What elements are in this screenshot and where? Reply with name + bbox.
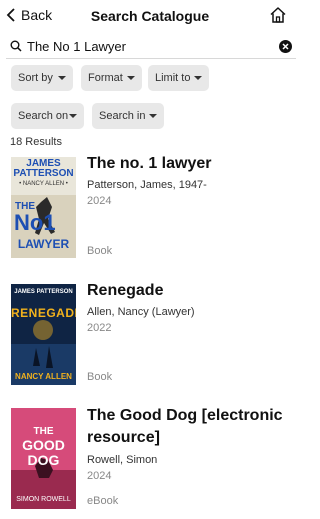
cover-author-line: SIMON ROWELL	[16, 496, 71, 503]
caret-down-icon	[58, 76, 66, 80]
cover-title-line: RENEGADE	[11, 306, 76, 320]
app-header: Back Search Catalogue	[0, 0, 300, 32]
result-author: Allen, Nancy (Lawyer)	[87, 306, 195, 318]
caret-down-icon	[149, 114, 157, 118]
sort-by-dropdown[interactable]: Sort by	[11, 65, 73, 91]
sort-by-label: Sort by	[18, 72, 53, 84]
limit-to-dropdown[interactable]: Limit to	[148, 65, 209, 91]
result-author: Rowell, Simon	[87, 454, 158, 466]
result-author: Patterson, James, 1947-	[87, 179, 207, 191]
search-in-label: Search in	[99, 110, 146, 122]
caret-down-icon	[69, 114, 77, 118]
result-year: 2022	[87, 322, 112, 334]
cover-title-line: No1	[14, 210, 56, 235]
format-dropdown[interactable]: Format	[81, 65, 142, 91]
search-icon	[10, 40, 22, 52]
cover-title-line: DOG	[27, 452, 60, 468]
limit-to-label: Limit to	[155, 72, 191, 84]
result-title[interactable]: The no. 1 lawyer	[87, 153, 292, 175]
book-cover: JAMES PATTERSON • NANCY ALLEN • THE No1 …	[11, 157, 76, 258]
search-on-dropdown[interactable]: Search on	[11, 103, 84, 129]
book-cover: THE GOOD DOG SIMON ROWELL	[11, 408, 76, 509]
result-year: 2024	[87, 195, 112, 207]
clear-search-icon[interactable]	[279, 40, 292, 53]
cover-title-line: LAWYER	[17, 237, 70, 251]
result-item[interactable]: THE GOOD DOG SIMON ROWELL The Good Dog […	[0, 407, 300, 517]
results-count: 18 Results	[10, 136, 62, 148]
cover-author-line: PATTERSON	[13, 168, 74, 179]
result-item[interactable]: JAMES PATTERSON RENEGADE NANCY ALLEN Ren…	[0, 282, 300, 392]
cover-art	[11, 284, 76, 385]
search-input[interactable]: The No 1 Lawyer	[27, 39, 126, 54]
caret-down-icon	[194, 76, 202, 80]
search-bar[interactable]: The No 1 Lawyer	[6, 35, 296, 59]
result-title[interactable]: Renegade	[87, 280, 292, 302]
search-in-dropdown[interactable]: Search in	[92, 103, 164, 129]
book-cover: JAMES PATTERSON RENEGADE NANCY ALLEN	[11, 284, 76, 385]
caret-down-icon	[127, 76, 135, 80]
result-year: 2024	[87, 470, 112, 482]
result-format: eBook	[87, 495, 119, 507]
result-format: Book	[87, 371, 113, 383]
cover-title-line: THE	[33, 426, 54, 437]
format-label: Format	[88, 72, 123, 84]
result-title[interactable]: The Good Dog [electronic resource]	[87, 405, 292, 449]
cover-title-line: GOOD	[22, 437, 65, 453]
result-item[interactable]: JAMES PATTERSON • NANCY ALLEN • THE No1 …	[0, 155, 300, 265]
cover-coauthor-line: • NANCY ALLEN •	[19, 181, 68, 187]
page-title: Search Catalogue	[90, 8, 210, 24]
cover-coauthor-line: NANCY ALLEN	[15, 372, 72, 381]
search-on-label: Search on	[18, 110, 69, 122]
home-icon[interactable]	[269, 6, 287, 24]
cover-author-line: JAMES PATTERSON	[14, 289, 73, 295]
result-format: Book	[87, 245, 113, 257]
